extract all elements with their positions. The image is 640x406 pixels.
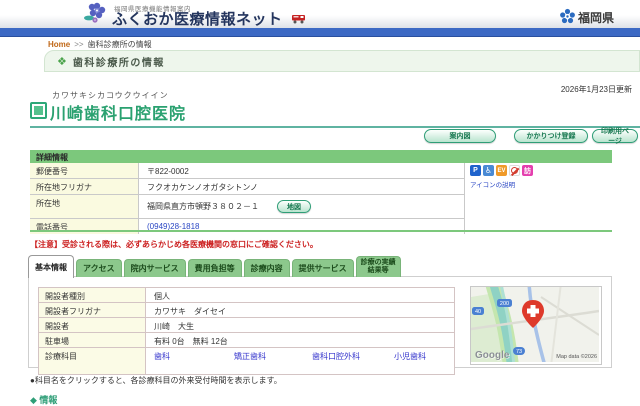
address-value: 福岡県直方市頓野３８０２－１ xyxy=(147,202,259,211)
print-page-button[interactable]: 印刷用ページ xyxy=(592,128,638,145)
google-logo: Google xyxy=(475,350,510,361)
table-row: 開設者 川崎 大生 xyxy=(38,318,455,333)
ambulance-icon xyxy=(292,11,306,29)
tab-treatment-content[interactable]: 診療内容 xyxy=(243,259,290,277)
row-label: 郵便番号 xyxy=(30,163,138,178)
svg-text:200: 200 xyxy=(500,301,509,307)
tab-bar: 基本情報 アクセス 院内サービス 費用負担等 診療内容 提供サービス 診療の実績… xyxy=(28,254,401,278)
elevator-icon: EV xyxy=(496,165,507,176)
header-blue-bar xyxy=(0,28,640,37)
table-row: 開設者フリガナ カワサキ ダイセイ xyxy=(38,303,455,318)
footnote-text: ●科目名をクリックすると、各診療科目の外来受付時間を表示します。 xyxy=(30,376,282,385)
tab-in-hospital-services[interactable]: 院内サービス xyxy=(123,259,186,277)
row-label: 所在地 xyxy=(30,195,138,218)
founder-value: 川崎 大生 xyxy=(145,318,455,332)
founder-furigana-value: カワサキ ダイセイ xyxy=(145,303,455,317)
pref-name: 福岡県 xyxy=(578,11,615,25)
title-divider xyxy=(30,126,640,128)
site-header: 福岡県医療機能情報案内 ふくおか医療情報ネット 福岡県 xyxy=(0,0,640,28)
department-links: 歯科 矯正歯科 歯科口腔外科 小児歯科 xyxy=(145,348,455,374)
dept-link-pediatric-dentistry[interactable]: 小児歯科 xyxy=(394,351,426,362)
table-row: 所在地フリガナ フクオカケンノオガタシトンノ xyxy=(30,179,464,195)
table-row: 郵便番号 〒822-0002 xyxy=(30,163,464,179)
details-table: 郵便番号 〒822-0002 所在地フリガナ フクオカケンノオガタシトンノ 所在… xyxy=(30,163,465,234)
map-attribution: Map data ©2026 xyxy=(556,353,597,360)
map-button[interactable]: 地図 xyxy=(277,200,311,213)
site-title: ふくおか医療情報ネット xyxy=(112,11,283,28)
row-label: 診療科目 xyxy=(38,348,145,374)
founder-type-value: 個人 xyxy=(145,288,455,302)
dept-link-dentistry[interactable]: 歯科 xyxy=(154,351,234,362)
address-furigana-value: フクオカケンノオガタシトンノ xyxy=(138,179,464,194)
updated-date: 2026年1月23日更新 xyxy=(560,85,632,94)
row-label: 開設者種別 xyxy=(38,288,145,302)
basic-info-table: 開設者種別 個人 開設者フリガナ カワサキ ダイセイ 開設者 川崎 大生 駐車場… xyxy=(38,287,455,375)
row-label: 開設者フリガナ xyxy=(38,303,145,317)
tab-basic-info[interactable]: 基本情報 xyxy=(28,255,74,278)
svg-text:40: 40 xyxy=(475,309,481,315)
details-bottom-divider xyxy=(30,230,612,232)
dept-link-orthodontics[interactable]: 矯正歯科 xyxy=(234,351,312,362)
row-label: 駐車場 xyxy=(38,333,145,347)
notice-text: 【注意】受診される際は、必ずあらかじめ各医療機関の窓口にご確認ください。 xyxy=(30,240,318,249)
table-row: 所在地 福岡県直方市頓野３８０２－１ 地図 xyxy=(30,195,464,219)
details-section-header: 詳細情報 xyxy=(30,150,612,163)
parking-icon: P xyxy=(470,165,481,176)
breadcrumb-separator: >> xyxy=(74,40,84,49)
table-row: 開設者種別 個人 xyxy=(38,288,455,303)
home-visit-icon: 訪 xyxy=(522,165,533,176)
table-row: 診療科目 歯科 矯正歯科 歯科口腔外科 小児歯科 xyxy=(38,348,455,375)
breadcrumb-current: 歯科診療所の情報 xyxy=(87,40,152,49)
fukuoka-pref-logo-icon xyxy=(559,8,576,30)
route-badge-73: 73 xyxy=(513,347,525,355)
row-label: 開設者 xyxy=(38,318,145,332)
postal-code-value: 〒822-0002 xyxy=(138,163,464,178)
breadcrumb-home-link[interactable]: Home xyxy=(48,40,70,49)
breadcrumb: Home >> 歯科診療所の情報 xyxy=(48,39,152,50)
no-smoking-icon xyxy=(509,165,520,176)
page-title: 歯科診療所の情報 xyxy=(72,57,165,69)
guide-map-button[interactable]: 案内図 xyxy=(424,129,496,143)
row-label: 所在地フリガナ xyxy=(30,179,138,194)
clover-icon: ❖ xyxy=(57,55,67,68)
route-badge-200: 200 xyxy=(497,299,512,307)
google-map[interactable]: 200 40 73 Google Google Map data ©2026 xyxy=(470,280,602,367)
family-doctor-register-button[interactable]: かかりつけ登録 xyxy=(514,129,588,143)
route-badge-40: 40 xyxy=(472,307,484,315)
parking-value: 有料 0台 無料 12台 xyxy=(145,333,455,347)
section-header: ❖ 歯科診療所の情報 xyxy=(44,50,640,72)
dept-link-oral-surgery[interactable]: 歯科口腔外科 xyxy=(312,351,394,362)
table-row: 駐車場 有料 0台 無料 12台 xyxy=(38,333,455,348)
tab-treatment-results[interactable]: 診療の実績 結果等 xyxy=(355,256,401,277)
svg-text:73: 73 xyxy=(516,349,522,355)
tab-access[interactable]: アクセス xyxy=(76,259,122,277)
tab-cost-burden[interactable]: 費用負担等 xyxy=(187,259,242,277)
clinic-name: 川崎歯科口腔医院 xyxy=(50,106,187,123)
icon-legend-link[interactable]: アイコンの説明 xyxy=(470,179,515,189)
clinic-bullet-icon xyxy=(30,102,47,119)
amenity-icons: P ♿ EV 訪 xyxy=(470,165,533,176)
wheelchair-icon: ♿ xyxy=(483,165,494,176)
tab-provided-services[interactable]: 提供サービス xyxy=(291,259,354,277)
